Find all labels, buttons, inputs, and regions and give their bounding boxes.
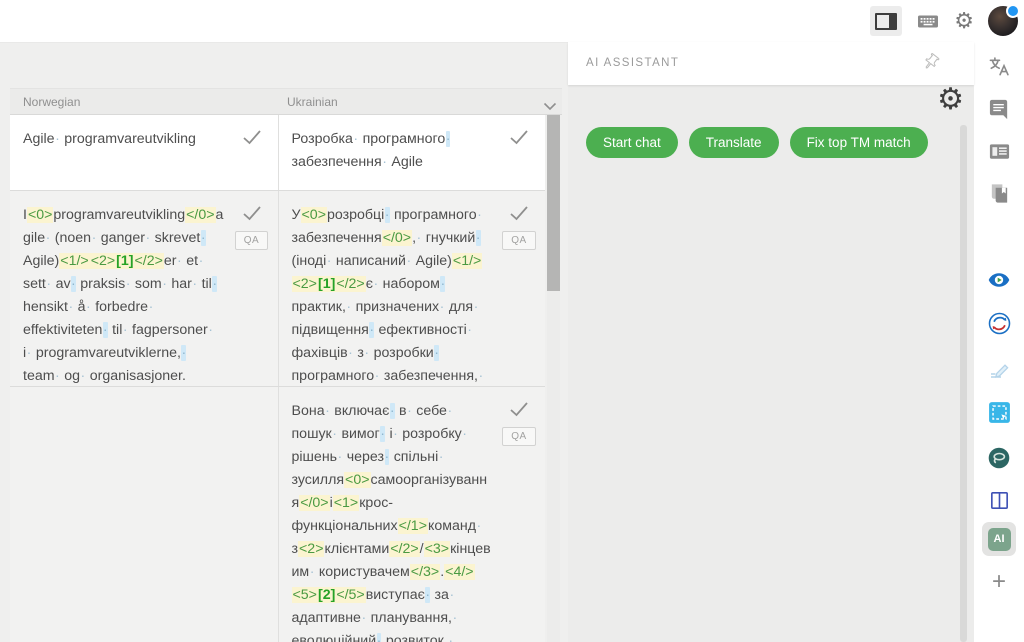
segment-2-source-qa-badge[interactable]: QA (235, 231, 268, 250)
ai-settings-button[interactable]: ⚙ (937, 85, 964, 115)
language-columns-header: Norwegian Ukrainian (10, 88, 562, 115)
segment-3-target-qa-badge[interactable]: QA (502, 427, 535, 446)
segment-row-1: Agile· programvareutvikling Розробка· пр… (10, 115, 545, 191)
segment-2-source-text: I<0>programvareutvikling</0>agile· (noen… (10, 191, 226, 386)
segment-1-target-cell[interactable]: Розробка· програмного· забезпечення· Agi… (278, 115, 546, 190)
chevron-down-icon (543, 102, 557, 111)
ai-quick-actions: Start chat Translate Fix top TM match (586, 127, 928, 158)
ai-assistant-title: AI ASSISTANT (586, 57, 679, 69)
gear-icon: ⚙ (954, 10, 974, 32)
user-avatar[interactable] (988, 6, 1018, 36)
segments-table: Agile· programvareutvikling Розробка· пр… (10, 115, 545, 642)
sync-arrows-icon (987, 311, 1012, 336)
panel-layout-switch-button[interactable] (870, 6, 902, 36)
sidebar-item-ai-assistant[interactable]: AI (974, 522, 1024, 556)
ai-assistant-header: AI ASSISTANT (568, 42, 974, 85)
translate-button[interactable]: Translate (689, 127, 779, 158)
top-bar: ⚙ (0, 0, 1024, 43)
collapse-header-button[interactable] (543, 98, 557, 116)
segment-3-target-confirmed-check[interactable] (509, 401, 529, 417)
segment-2-target-text: У<0>розробці· програмного· забезпечення<… (279, 191, 494, 386)
ai-assistant-active-chip: AI (982, 522, 1016, 556)
segments-scrollbar-thumb[interactable] (547, 115, 560, 291)
sidebar-item-preview[interactable] (974, 268, 1024, 292)
segment-1-source-cell[interactable]: Agile· programvareutvikling (10, 115, 278, 190)
online-status-dot (1006, 4, 1020, 18)
sidebar-item-revisions[interactable] (974, 311, 1024, 336)
ai-panel-scrollbar[interactable] (960, 125, 967, 642)
checkmark-icon (242, 129, 262, 145)
checkmark-icon (509, 401, 529, 417)
sidebar-item-screenshot[interactable] (974, 400, 1024, 425)
segments-scrollbar[interactable] (547, 115, 560, 642)
segment-2-target-qa-badge[interactable]: QA (502, 231, 535, 250)
target-language-label: Ukrainian (287, 95, 338, 109)
lasso-icon (987, 446, 1011, 470)
sidebar-item-glossary[interactable] (974, 182, 1024, 205)
segment-3-target-text: Вона· включає· в· себе· пошук· вимог· і·… (279, 387, 494, 642)
screenshot-capture-icon (987, 400, 1012, 425)
tools-sidebar: AI + (974, 42, 1024, 642)
segment-2-target-cell[interactable]: У<0>розробці· програмного· забезпечення<… (278, 191, 546, 386)
sidebar-item-add[interactable]: + (974, 572, 1024, 592)
sidebar-item-drafts[interactable] (974, 357, 1024, 381)
segment-1-source-text: Agile· programvareutvikling (10, 115, 226, 190)
fix-top-tm-match-button[interactable]: Fix top TM match (790, 127, 928, 158)
ai-badge-icon: AI (988, 528, 1011, 551)
ai-assistant-panel: ⚙ Start chat Translate Fix top TM match (568, 85, 974, 642)
sidebar-item-comments[interactable] (974, 98, 1024, 121)
preview-eye-icon (987, 268, 1011, 292)
segment-3-source-text (10, 387, 226, 642)
panel-layout-icon (875, 13, 897, 30)
settings-button[interactable]: ⚙ (954, 10, 974, 32)
sidebar-item-translate[interactable] (974, 55, 1024, 78)
segment-2-target-confirmed-check[interactable] (509, 205, 529, 221)
plus-icon: + (992, 572, 1006, 592)
draft-pencil-icon (987, 357, 1011, 381)
checkmark-icon (242, 205, 262, 221)
pin-icon (918, 49, 943, 74)
editor-screen: ⚙ Norwegian Ukrainian Agile· programvare… (0, 0, 1024, 642)
source-language-label: Norwegian (23, 95, 80, 109)
segment-2-source-confirmed-check[interactable] (242, 205, 262, 221)
segment-3-target-cell[interactable]: Вона· включає· в· себе· пошук· вимог· і·… (278, 387, 546, 642)
pin-panel-button[interactable] (922, 53, 940, 71)
segment-3-source-cell[interactable] (10, 387, 278, 642)
checkmark-icon (509, 129, 529, 145)
translate-icon (988, 55, 1011, 78)
segment-1-target-confirmed-check[interactable] (509, 129, 529, 145)
glossary-books-icon (988, 182, 1011, 205)
checkmark-icon (509, 205, 529, 221)
segment-2-source-cell[interactable]: I<0>programvareutvikling</0>agile· (noen… (10, 191, 278, 386)
comment-icon (988, 98, 1011, 121)
segment-row-3: Вона· включає· в· себе· пошук· вимог· і·… (10, 387, 545, 642)
keyboard-icon (916, 9, 940, 33)
keyboard-shortcuts-button[interactable] (916, 9, 940, 33)
sidebar-item-lasso-select[interactable] (974, 446, 1024, 470)
split-columns-icon (988, 489, 1011, 512)
sidebar-item-split-view[interactable] (974, 489, 1024, 512)
start-chat-button[interactable]: Start chat (586, 127, 678, 158)
segment-1-source-confirmed-check[interactable] (242, 129, 262, 145)
segment-row-2: I<0>programvareutvikling</0>agile· (noen… (10, 191, 545, 387)
sidebar-item-tm-suggestions[interactable] (974, 140, 1024, 163)
tm-card-icon (988, 140, 1011, 163)
segment-1-target-text: Розробка· програмного· забезпечення· Agi… (279, 115, 494, 190)
